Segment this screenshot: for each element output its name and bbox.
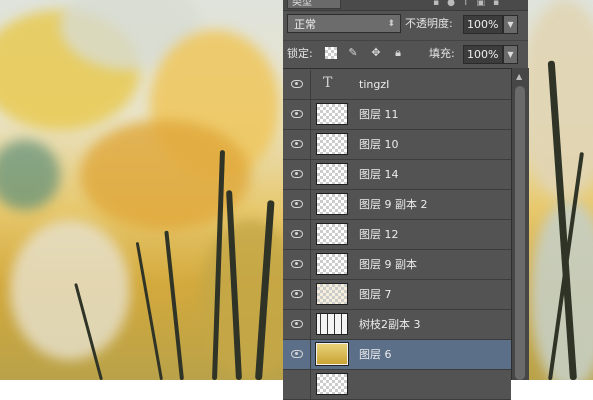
filter-row: 类型 ▪●T▣▪ [283,0,528,11]
blend-opacity-row: 正常 ⬍ 不透明度: 100% ▼ [283,12,528,38]
layer-row[interactable]: 树枝2副本 3 [283,310,511,340]
layer-thumbnail [316,133,348,155]
layer-thumbnail [316,163,348,185]
layer-row[interactable]: 图层 10 [283,130,511,160]
layer-name[interactable]: 图层 9 副本 [359,250,417,279]
text-layer-icon: T [323,75,333,91]
layer-name[interactable]: 图层 9 副本 2 [359,190,428,219]
opacity-input[interactable]: 100% [463,15,503,34]
layer-row-partial[interactable] [283,370,511,400]
visibility-toggle[interactable] [283,70,311,99]
visibility-toggle[interactable] [283,280,311,309]
visibility-toggle[interactable] [283,250,311,279]
opacity-label: 不透明度: [405,17,453,30]
eye-icon [291,350,303,358]
visibility-toggle[interactable] [283,190,311,219]
foliage-patch [80,120,250,230]
visibility-toggle[interactable] [283,130,311,159]
layer-name[interactable]: 图层 10 [359,130,399,159]
layer-row[interactable]: T tingzI [283,70,511,100]
layer-name[interactable]: 图层 14 [359,160,399,189]
layer-name[interactable]: 图层 7 [359,280,392,309]
scroll-up-icon[interactable]: ▲ [516,72,522,81]
updown-chevron-icon: ⬍ [387,19,395,29]
layer-thumbnail [315,342,349,366]
layer-list: T tingzI 图层 11 图层 10 图层 14 图层 9 副本 2 图层 … [283,68,511,400]
fill-label: 填充: [429,47,455,60]
layer-row[interactable]: 图层 14 [283,160,511,190]
move-icon[interactable]: ✥ [370,47,382,59]
eye-icon [291,230,303,238]
visibility-toggle[interactable] [283,340,311,369]
layers-panel: 类型 ▪●T▣▪ 正常 ⬍ 不透明度: 100% ▼ 锁定: ✎ ✥ 🔒︎ 填充… [283,0,529,400]
blend-mode-select[interactable]: 正常 ⬍ [287,14,401,33]
layer-thumbnail [316,223,348,245]
layer-row[interactable]: 图层 11 [283,100,511,130]
layer-row[interactable]: 图层 12 [283,220,511,250]
lock-icon[interactable]: 🔒︎ [392,47,404,59]
layer-thumbnail [316,373,348,395]
visibility-toggle[interactable] [283,310,311,339]
eye-icon [291,260,303,268]
scroll-thumb[interactable] [515,86,525,380]
layer-row-selected[interactable]: 图层 6 [283,340,511,370]
lock-fill-row: 锁定: ✎ ✥ 🔒︎ 填充: 100% ▼ [283,40,528,67]
lock-label: 锁定: [287,47,313,60]
fill-dropdown-button[interactable]: ▼ [503,45,518,64]
layer-thumbnail [316,103,348,125]
layer-thumbnail [316,313,348,335]
filter-kind-select[interactable]: 类型 [287,0,341,9]
filter-icons[interactable]: ▪●T▣▪ [433,0,507,8]
visibility-toggle[interactable] [283,370,311,399]
layer-row[interactable]: 图层 9 副本 2 [283,190,511,220]
layer-row[interactable]: 图层 7 [283,280,511,310]
visibility-toggle[interactable] [283,220,311,249]
eye-icon [291,80,303,88]
eye-icon [291,320,303,328]
eye-icon [291,200,303,208]
eye-icon [291,140,303,148]
eye-icon [291,110,303,118]
checker-icon[interactable] [325,47,337,59]
eye-icon [291,290,303,298]
tree-trunk [135,241,163,380]
layer-name[interactable]: 图层 6 [359,340,392,369]
tree-trunk [164,230,184,380]
layer-thumbnail [316,193,348,215]
layer-name[interactable]: 图层 12 [359,220,399,249]
layers-scrollbar[interactable]: ▲ [511,68,529,380]
opacity-dropdown-button[interactable]: ▼ [503,15,518,34]
foliage-patch [0,140,60,210]
eye-icon [291,170,303,178]
layer-name[interactable]: 树枝2副本 3 [359,310,421,339]
foliage-patch [10,220,130,360]
fill-input[interactable]: 100% [463,45,503,64]
layer-row[interactable]: 图层 9 副本 [283,250,511,280]
layer-name[interactable]: 图层 11 [359,100,399,129]
visibility-toggle[interactable] [283,100,311,129]
layer-name[interactable]: tingzI [359,70,389,99]
visibility-toggle[interactable] [283,160,311,189]
layer-thumbnail [316,253,348,275]
brush-icon[interactable]: ✎ [347,47,359,59]
layer-thumbnail [316,283,348,305]
